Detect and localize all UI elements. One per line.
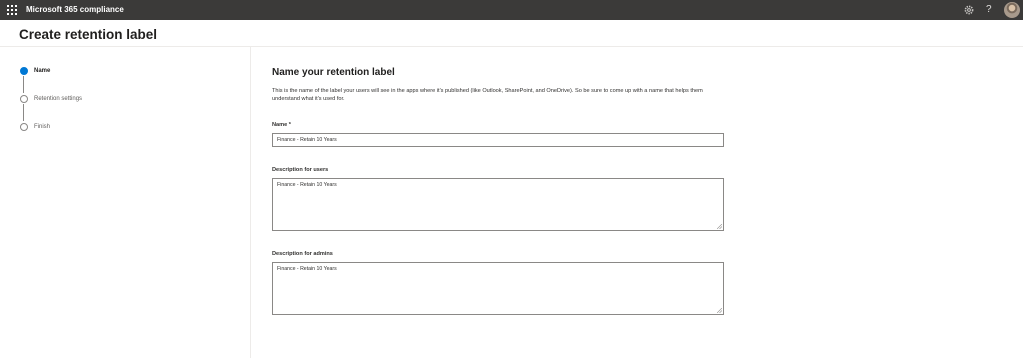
users-description-textarea[interactable]: Finance - Retain 10 Years: [272, 178, 724, 231]
gear-icon[interactable]: [963, 4, 975, 16]
step-current-dot-icon: [20, 67, 28, 75]
admins-description-value: Finance - Retain 10 Years: [277, 266, 337, 272]
suite-header: Microsoft 365 compliance ?: [0, 0, 1023, 20]
form-description: This is the name of the label your users…: [272, 88, 703, 102]
resize-grip-icon[interactable]: [717, 224, 722, 229]
step-connector: [23, 104, 24, 121]
admins-description-textarea[interactable]: Finance - Retain 10 Years: [272, 262, 724, 315]
app-title[interactable]: Microsoft 365 compliance: [26, 4, 124, 16]
title-divider: [0, 46, 1023, 47]
users-description-label: Description for users: [272, 167, 329, 173]
wizard-step-label: Name: [34, 68, 51, 74]
name-input[interactable]: Finance - Retain 10 Years: [272, 133, 724, 147]
wizard-step-label: Retention settings: [34, 96, 83, 102]
step-pending-dot-icon: [20, 123, 28, 131]
users-description-value: Finance - Retain 10 Years: [277, 182, 337, 188]
form-heading: Name your retention label: [272, 67, 395, 78]
wizard-step-label: Finish: [34, 124, 51, 130]
name-field-label: Name *: [272, 122, 291, 128]
step-connector: [23, 76, 24, 93]
waffle-icon[interactable]: [7, 5, 17, 15]
help-icon[interactable]: ?: [986, 3, 992, 17]
page-title: Create retention label: [19, 27, 158, 42]
avatar[interactable]: [1004, 2, 1020, 18]
wizard-nav-divider: [250, 47, 251, 358]
resize-grip-icon[interactable]: [717, 308, 722, 313]
step-pending-dot-icon: [20, 95, 28, 103]
admins-description-label: Description for admins: [272, 251, 333, 257]
